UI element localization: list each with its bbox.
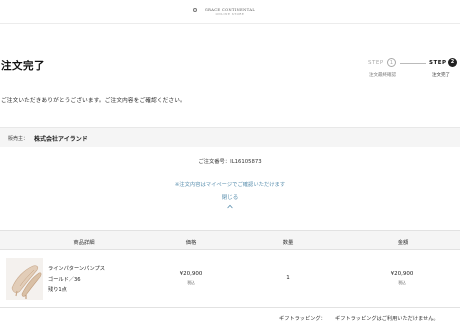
thanks-message: ご注文いただきありがとうございます。ご注文内容をご確認ください。 [1, 98, 186, 104]
column-header-amount: 金額 [397, 240, 409, 246]
step1-label: STEP [368, 60, 384, 66]
step2-label: STEP [429, 60, 447, 66]
product-stock: 残り1点 [48, 287, 67, 293]
mypage-note-link[interactable]: ※注文内容はマイページでご確認いただけます [0, 180, 460, 188]
step-indicator: STEP 1 STEP 2 注文最終確認 注文完了 [368, 58, 460, 82]
gift-wrapping-label: ギフトラッピング： [279, 316, 326, 322]
table-row: ラインパターンパンプス ゴールド／36 残り1点 ¥20,900 税込 1 ¥2… [0, 250, 460, 308]
site-logo[interactable]: GRACE CONTINENTAL ONLINE STORE [193, 8, 262, 16]
gift-wrapping-row: ギフトラッピング： ギフトラッピングはご利用いただけません。 [0, 308, 460, 329]
amount-tax-label: 税込 [398, 280, 406, 285]
column-header-quantity: 数量 [282, 240, 294, 246]
product-name-link[interactable]: ラインパターンパンプス [48, 265, 105, 272]
pumps-shoe-icon [6, 258, 43, 300]
step2-number: 2 [448, 58, 457, 67]
product-price: ¥20,900 [179, 271, 203, 277]
step1-caption: 注文最終確認 [369, 73, 396, 78]
seller-label: 販売主： [8, 136, 29, 142]
product-amount: ¥20,900 [390, 271, 414, 277]
gift-wrapping-value: ギフトラッピングはご利用いただけません。 [335, 316, 439, 322]
price-tax-label: 税込 [187, 280, 195, 285]
logo-ornament-icon [193, 8, 197, 12]
close-button[interactable]: 閉じる [219, 193, 241, 201]
page-title: 注文完了 [1, 60, 45, 72]
seller-name: 株式会社アイランド [34, 136, 88, 143]
seller-bar: 販売主： 株式会社アイランド [0, 127, 460, 147]
site-header: GRACE CONTINENTAL ONLINE STORE [0, 0, 460, 24]
product-image[interactable] [6, 258, 43, 300]
chevron-up-icon[interactable] [227, 204, 233, 209]
table-header: 商品詳細 価格 数量 金額 [0, 230, 460, 250]
column-header-price: 価格 [185, 240, 197, 246]
step-connector [400, 62, 426, 64]
order-number: ご注文番号：IL16105873 [198, 159, 262, 165]
logo-subtext: ONLINE STORE [215, 13, 245, 16]
product-quantity: 1 [286, 275, 290, 281]
logo-text: GRACE CONTINENTAL [204, 8, 256, 12]
column-header-details: 商品詳細 [73, 240, 95, 246]
step2-caption: 注文完了 [432, 73, 450, 78]
step1-number: 1 [387, 58, 396, 67]
product-color-size: ゴールド／36 [48, 277, 81, 283]
